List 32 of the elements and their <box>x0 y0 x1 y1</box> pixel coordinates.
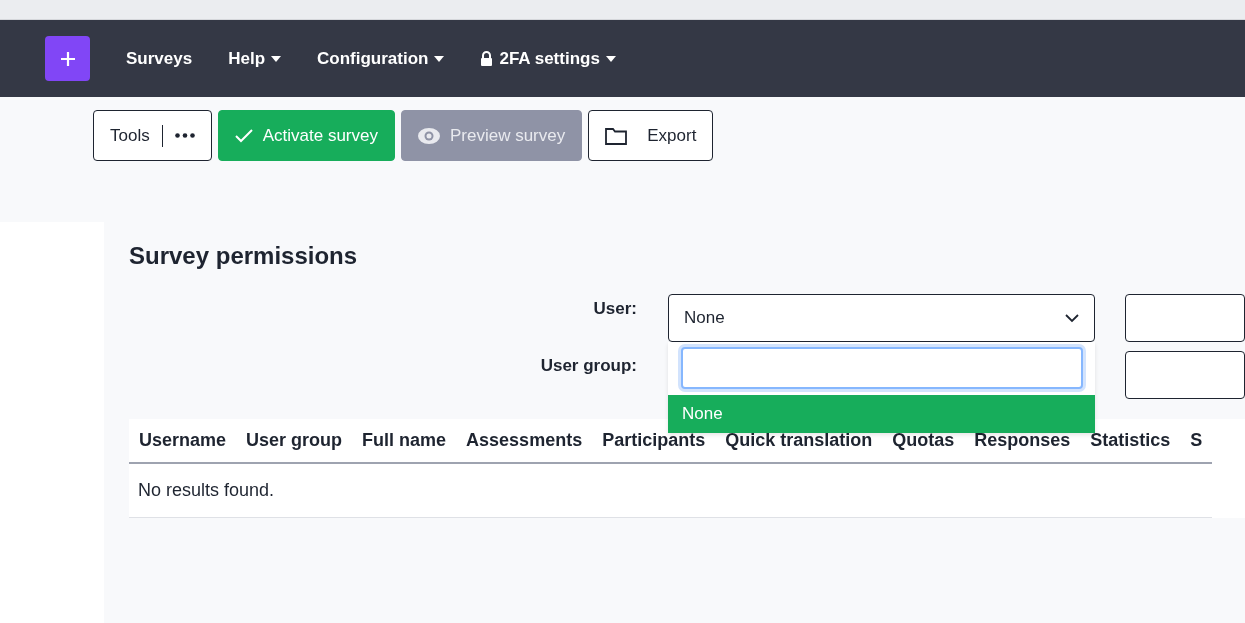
nav-menu[interactable]: Configuration <box>299 37 463 80</box>
column-header: Participants <box>592 419 716 463</box>
nav-menu[interactable]: 2FA settings <box>462 37 634 80</box>
caret-icon <box>271 55 281 62</box>
input-field[interactable] <box>1125 294 1245 342</box>
field-label: User group: <box>539 355 637 377</box>
more-icon <box>174 133 195 138</box>
tools-button[interactable]: Tools <box>93 110 212 161</box>
caret-icon <box>605 55 616 62</box>
plus-icon <box>59 50 76 67</box>
column-header: S <box>1180 419 1213 463</box>
check-icon <box>234 128 253 143</box>
column-header: Statistics <box>1080 419 1181 463</box>
user-select[interactable]: None <box>668 294 1095 342</box>
nav-menu[interactable]: Help <box>210 37 299 80</box>
page-title: Survey permissions <box>129 241 359 271</box>
folder-icon <box>605 126 628 145</box>
toolbar-button[interactable]: Export <box>588 110 714 161</box>
field-label: User: <box>592 298 637 320</box>
lock-icon <box>480 51 494 66</box>
column-header: User group <box>236 419 353 463</box>
add-button[interactable] <box>45 36 90 81</box>
caret-icon <box>434 55 445 62</box>
search-field[interactable] <box>681 347 1083 389</box>
eye-icon <box>417 127 440 144</box>
chevron-icon <box>1065 313 1079 323</box>
nav-menu[interactable]: Surveys <box>108 37 211 80</box>
column-header: Username <box>129 419 237 463</box>
empty-message: No results found. <box>129 463 1213 518</box>
column-header: Assessments <box>456 419 593 463</box>
input-field[interactable] <box>1125 351 1245 399</box>
column-header: Full name <box>352 419 457 463</box>
